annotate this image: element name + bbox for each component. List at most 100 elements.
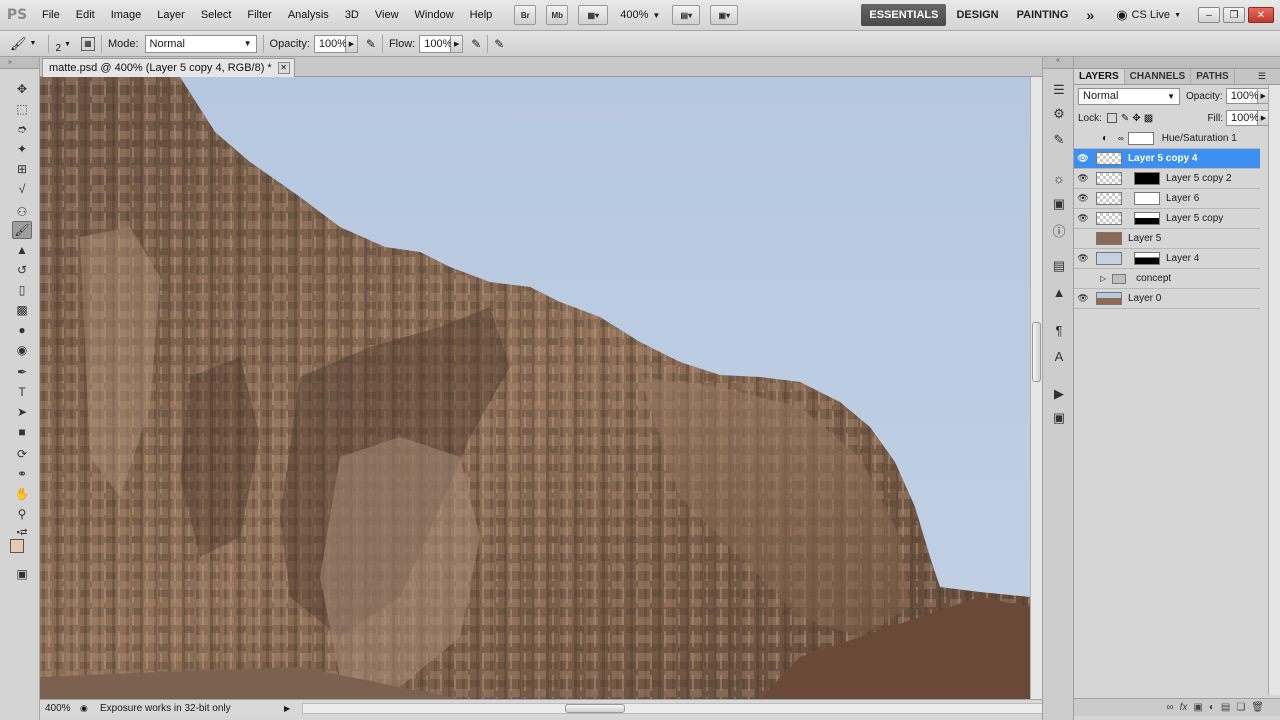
- layer-row-layer-0[interactable]: 👁 Layer 0: [1074, 289, 1260, 309]
- workspace-essentials[interactable]: ESSENTIALS: [861, 4, 947, 26]
- actions-panel-icon[interactable]: ⚙: [1050, 105, 1068, 123]
- layer-row-layer-5-copy[interactable]: 👁 Layer 5 copy: [1074, 209, 1260, 229]
- character-panel-icon[interactable]: A: [1050, 347, 1068, 365]
- menu-analysis[interactable]: Analysis: [280, 9, 337, 21]
- navigator-panel-icon[interactable]: ▣: [1050, 195, 1068, 213]
- layer-row-concept[interactable]: ▷ concept: [1074, 269, 1260, 289]
- menu-3d[interactable]: 3D: [337, 9, 367, 21]
- new-group-icon[interactable]: ▤: [1221, 702, 1230, 713]
- tool-preset-picker[interactable]: 🖌 ▼: [10, 36, 36, 52]
- spot-healing-tool-icon[interactable]: ⚇: [12, 203, 32, 221]
- brush-panel-toggle-icon[interactable]: ▦: [80, 36, 95, 51]
- path-selection-tool-icon[interactable]: ➤: [12, 403, 32, 421]
- animation-panel-icon[interactable]: ▶: [1050, 385, 1068, 403]
- menu-view[interactable]: View: [367, 9, 407, 21]
- shape-tool-icon[interactable]: ■: [12, 423, 32, 441]
- tools-collapse-icon[interactable]: »: [0, 57, 39, 69]
- adjustments-panel-icon[interactable]: ☼: [1050, 169, 1068, 187]
- lock-image-icon[interactable]: ✎: [1121, 113, 1129, 124]
- layer-style-icon[interactable]: fx: [1180, 702, 1188, 713]
- measurement-panel-icon[interactable]: ▣: [1050, 409, 1068, 427]
- layer-mask-thumbnail[interactable]: [1134, 252, 1160, 265]
- layers-scrollbar[interactable]: [1268, 85, 1280, 695]
- menu-file[interactable]: File: [34, 9, 68, 21]
- lock-all-icon[interactable]: ▩: [1144, 113, 1153, 124]
- mode-select[interactable]: Normal ▼: [144, 34, 257, 53]
- menu-edit[interactable]: Edit: [68, 9, 103, 21]
- hand-tool-icon[interactable]: ✋: [12, 485, 32, 503]
- screen-mode-button[interactable]: ▣▾: [710, 5, 739, 25]
- status-menu-arrow-icon[interactable]: ▶: [284, 704, 290, 713]
- fill-input[interactable]: 100%: [1226, 110, 1259, 126]
- eye-icon[interactable]: 👁: [1074, 293, 1092, 304]
- clone-stamp-tool-icon[interactable]: ▲: [12, 241, 32, 259]
- delete-layer-icon[interactable]: 🗑: [1251, 702, 1264, 713]
- crop-tool-icon[interactable]: ⊞: [12, 160, 32, 178]
- more-workspaces-icon[interactable]: »: [1078, 4, 1102, 26]
- status-info-icon[interactable]: ◉: [80, 703, 94, 714]
- horizontal-scroll-thumb[interactable]: [565, 704, 625, 713]
- menu-image[interactable]: Image: [103, 9, 150, 21]
- horizontal-scrollbar[interactable]: [302, 703, 1047, 714]
- document-canvas[interactable]: [40, 77, 1030, 699]
- eye-icon[interactable]: 👁: [1074, 253, 1092, 264]
- history-brush-tool-icon[interactable]: ↺: [12, 261, 32, 279]
- brush-panel-icon[interactable]: ✎: [1050, 131, 1068, 149]
- foreground-color-swatch[interactable]: [10, 539, 24, 553]
- info-panel-icon[interactable]: ⓘ: [1050, 221, 1068, 239]
- pressure-size-icon[interactable]: ✎: [494, 37, 504, 51]
- link-layers-icon[interactable]: ∞: [1166, 702, 1173, 713]
- gradient-tool-icon[interactable]: ▩: [12, 301, 32, 319]
- eye-icon[interactable]: 👁: [1074, 213, 1092, 224]
- move-tool-icon[interactable]: ✥: [12, 80, 32, 98]
- opacity-input[interactable]: 100%: [313, 34, 347, 53]
- cs-live-menu[interactable]: ◉ CS Live ▼: [1116, 7, 1181, 23]
- brush-tool-icon[interactable]: 🖌: [12, 221, 32, 239]
- layer-row-layer-6[interactable]: 👁 Layer 6: [1074, 189, 1260, 209]
- history-panel-icon[interactable]: ☰: [1050, 81, 1068, 99]
- type-tool-icon[interactable]: T: [12, 383, 32, 401]
- layer-row-layer-5-copy-4[interactable]: 👁 Layer 5 copy 4: [1074, 149, 1260, 169]
- blur-tool-icon[interactable]: ●: [12, 321, 32, 339]
- menu-window[interactable]: Window: [407, 9, 462, 21]
- expand-arrow-icon[interactable]: ▷: [1100, 274, 1106, 283]
- layer-row-layer-5-copy-2[interactable]: 👁 Layer 5 copy 2: [1074, 169, 1260, 189]
- new-layer-icon[interactable]: ❏: [1236, 702, 1245, 713]
- lock-transparent-icon[interactable]: [1106, 113, 1117, 123]
- menu-help[interactable]: Help: [462, 9, 501, 21]
- eyedropper-tool-icon[interactable]: √: [12, 180, 32, 198]
- tab-layers[interactable]: LAYERS: [1074, 69, 1125, 84]
- panel-collapse-icon[interactable]: [1074, 57, 1280, 69]
- quick-selection-tool-icon[interactable]: ✦: [12, 140, 32, 158]
- zoom-tool-icon[interactable]: ⚲: [12, 505, 32, 523]
- flow-slider-button[interactable]: ▶: [451, 34, 464, 53]
- panel-menu-icon[interactable]: ☰: [1258, 69, 1280, 84]
- marquee-tool-icon[interactable]: ⬚: [12, 100, 32, 118]
- close-button[interactable]: ✕: [1248, 7, 1274, 23]
- 3d-orbit-tool-icon[interactable]: ⚭: [12, 465, 32, 483]
- opacity-slider-button[interactable]: ▶: [345, 34, 358, 53]
- eye-icon[interactable]: 👁: [1074, 173, 1092, 184]
- layer-mask-thumbnail[interactable]: [1127, 132, 1154, 145]
- zoom-level-select[interactable]: 400% ▼: [620, 9, 660, 21]
- menu-layer[interactable]: Layer: [149, 9, 193, 21]
- vertical-scroll-thumb[interactable]: [1032, 322, 1041, 382]
- status-zoom-value[interactable]: 400%: [40, 703, 80, 714]
- eraser-tool-icon[interactable]: ▯: [12, 281, 32, 299]
- menu-select[interactable]: Select: [193, 9, 240, 21]
- tab-channels[interactable]: CHANNELS: [1125, 69, 1192, 84]
- view-extras-button[interactable]: ▦▾: [578, 5, 609, 25]
- restore-button[interactable]: ❐: [1223, 7, 1245, 23]
- layer-mask-thumbnail[interactable]: [1134, 172, 1160, 185]
- vertical-scrollbar[interactable]: [1030, 77, 1042, 699]
- pressure-opacity-icon[interactable]: ✎: [366, 37, 376, 51]
- layer-row-hue-saturation-1[interactable]: ◐ ∞ Hue/Saturation 1: [1074, 129, 1260, 149]
- eye-icon[interactable]: 👁: [1074, 193, 1092, 204]
- document-tab[interactable]: matte.psd @ 400% (Layer 5 copy 4, RGB/8)…: [42, 58, 295, 77]
- minibridge-button[interactable]: Mb: [546, 5, 569, 25]
- add-mask-icon[interactable]: ▣: [1193, 702, 1202, 713]
- minimize-button[interactable]: –: [1198, 7, 1220, 23]
- lock-position-icon[interactable]: ✥: [1132, 113, 1140, 124]
- airbrush-icon[interactable]: ✎: [471, 37, 481, 51]
- layer-mask-thumbnail[interactable]: [1134, 212, 1160, 225]
